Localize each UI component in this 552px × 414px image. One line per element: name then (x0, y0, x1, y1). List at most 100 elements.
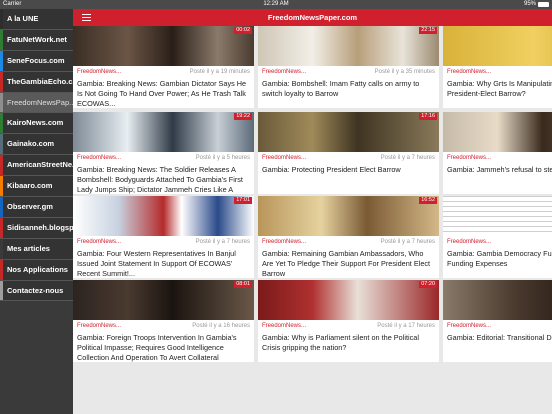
posted-time: Posté il y a 35 minutes (374, 69, 435, 75)
sidebar-item[interactable]: FatuNetWork.net (0, 29, 73, 51)
sidebar-color-marker (0, 155, 3, 176)
sidebar-item-label: Gainako.com (7, 139, 55, 149)
posted-time: Posté il y a 17 heures (377, 323, 435, 329)
time-badge: 00:02 (234, 27, 252, 34)
sidebar-color-marker (0, 113, 3, 134)
card-meta: FreedomNews... Posté il y a 7 heures (262, 238, 435, 246)
news-card[interactable]: 00:02 FreedomNews... Posté il y a 19 minut… (73, 26, 254, 108)
news-card[interactable]: 19:22 FreedomNews... Posté il y a 5 heures… (73, 112, 254, 194)
sidebar-color-marker (0, 134, 3, 155)
sidebar-item-label: SeneFocus.com (7, 55, 65, 65)
news-card[interactable]: FreedomNews... Gambia: Why Grts Is Manipu… (443, 26, 552, 108)
news-card[interactable]: FreedomNews... Gambia: Jammeh's refusal t… (443, 112, 552, 194)
headline: Gambia: Gambia Democracy Fund Campaign F… (447, 249, 552, 268)
sidebar-item[interactable]: Mes articles (0, 238, 73, 260)
sidebar-item[interactable]: AmericanStreetNe... (0, 155, 73, 177)
posted-time: Posté il y a 5 heures (195, 155, 250, 161)
news-thumbnail: 07:20 (258, 280, 439, 320)
source-label: FreedomNews... (447, 323, 492, 329)
posted-time: Posté il y a 7 heures (380, 155, 435, 161)
sidebar-item[interactable]: TheGambiaEcho.c... (0, 71, 73, 93)
time-badge: 16:52 (419, 197, 437, 204)
headline: Gambia: Bombshell: Imam Fatty calls on a… (262, 79, 420, 98)
headline: Gambia: Jammeh's refusal to step solutio… (447, 165, 552, 174)
sidebar-item[interactable]: Kibaaro.com (0, 176, 73, 198)
headline: Gambia: Four Western Representatives In … (77, 249, 236, 278)
source-label: FreedomNews... (262, 323, 307, 329)
sidebar-color-marker (0, 9, 3, 29)
news-thumbnail (443, 26, 552, 66)
source-label: FreedomNews... (77, 323, 122, 329)
source-label: FreedomNews... (447, 69, 492, 75)
news-card[interactable]: FreedomNews... Gambia: Editorial: Transit… (443, 280, 552, 362)
sidebar-item-label: A la UNE (7, 14, 39, 23)
battery-indicator: 95% (524, 0, 549, 9)
source-label: FreedomNews... (77, 69, 122, 75)
news-thumbnail: 17:01 (73, 196, 254, 236)
headline: Gambia: Breaking News: The Soldier Relea… (77, 165, 243, 194)
time-badge: 22:15 (419, 27, 437, 34)
app-title: FreedomNewsPaper.com (267, 13, 358, 22)
headline: Gambia: Breaking News: Gambian Dictator … (77, 79, 247, 108)
sidebar-item[interactable]: A la UNE (0, 9, 73, 30)
headline: Gambia: Foreign Troops Intervention In G… (77, 333, 237, 362)
news-thumbnail: 00:02 (73, 26, 254, 66)
news-card[interactable]: 17:16 FreedomNews... Posté il y a 7 heures… (258, 112, 439, 194)
news-card[interactable]: 08:01 FreedomNews... Posté il y a 16 heure… (73, 280, 254, 362)
sidebar-item[interactable]: Sidisanneh.blogsp... (0, 217, 73, 239)
sidebar-color-marker (0, 29, 3, 50)
news-thumbnail: 19:22 (73, 112, 254, 152)
sidebar-color-marker (0, 280, 3, 301)
sidebar-item-label: Contactez-nous (7, 285, 64, 295)
news-card[interactable]: 16:52 FreedomNews... Posté il y a 7 heures… (258, 196, 439, 278)
sidebar-item-label: FreedomNewsPap... (7, 97, 73, 107)
time-badge: 08:01 (234, 281, 252, 288)
news-card[interactable]: 07:20 FreedomNews... Posté il y a 17 heure… (258, 280, 439, 362)
source-label: FreedomNews... (447, 155, 492, 161)
news-card[interactable]: FreedomNews... Gambia: Gambia Democracy F… (443, 196, 552, 278)
sidebar-item-label: Observer.gm (7, 202, 53, 212)
card-meta: FreedomNews... Posté il y a 7 heures (77, 238, 250, 246)
top-bar: FreedomNewsPaper.com (73, 9, 552, 26)
sidebar-item-label: TheGambiaEcho.c... (7, 76, 73, 86)
posted-time: Posté il y a 7 heures (380, 239, 435, 245)
sidebar-item-label: Sidisanneh.blogsp... (7, 222, 73, 232)
headline: Gambia: Why Grts Is Manipulating Ignorin… (447, 79, 552, 98)
sidebar-item[interactable]: Observer.gm (0, 197, 73, 218)
news-thumbnail: 17:16 (258, 112, 439, 152)
source-label: FreedomNews... (77, 239, 122, 245)
card-meta: FreedomNews... Posté il y a 35 minutes (262, 68, 435, 76)
news-thumbnail (443, 112, 552, 152)
time-badge: 17:01 (234, 197, 252, 204)
time-badge: 17:16 (419, 113, 437, 120)
card-meta: FreedomNews... (447, 68, 552, 76)
card-meta: FreedomNews... (447, 154, 552, 162)
news-thumbnail: 16:52 (258, 196, 439, 236)
status-bar: Carrier 12:29 AM 95% (0, 0, 552, 9)
sidebar-item[interactable]: KairoNews.com (0, 113, 73, 135)
headline: Gambia: Why is Parliament silent on the … (262, 333, 419, 352)
source-label: FreedomNews... (447, 239, 492, 245)
sidebar-color-marker (0, 217, 3, 238)
sidebar-item-label: Kibaaro.com (7, 181, 53, 191)
card-meta: FreedomNews... (447, 238, 552, 246)
sidebar-item[interactable]: Contactez-nous (0, 280, 73, 302)
sidebar-item-label: KairoNews.com (7, 118, 64, 128)
card-meta: FreedomNews... Posté il y a 7 heures (262, 154, 435, 162)
card-meta: FreedomNews... Posté il y a 19 minutes (77, 68, 250, 76)
sidebar-item[interactable]: SeneFocus.com (0, 50, 73, 72)
sidebar-item[interactable]: FreedomNewsPap... (0, 92, 73, 114)
card-meta: FreedomNews... Posté il y a 5 heures (77, 154, 250, 162)
news-card[interactable]: 17:01 FreedomNews... Posté il y a 7 heures… (73, 196, 254, 278)
sidebar-item-label: Nos Applications (7, 264, 68, 274)
sidebar-item[interactable]: Gainako.com (0, 134, 73, 156)
news-grid: 00:02 FreedomNews... Posté il y a 19 minut… (73, 26, 552, 414)
posted-time: Posté il y a 7 heures (195, 239, 250, 245)
sidebar-item-label: AmericanStreetNe... (7, 160, 73, 170)
sidebar-item[interactable]: Nos Applications (0, 259, 73, 281)
sidebar-item-label: FatuNetWork.net (7, 34, 67, 44)
source-label: FreedomNews... (262, 155, 307, 161)
headline: Gambia: Remaining Gambian Ambassadors, W… (262, 249, 431, 278)
sidebar-color-marker (0, 176, 3, 197)
news-card[interactable]: 22:15 FreedomNews... Posté il y a 35 minut… (258, 26, 439, 108)
